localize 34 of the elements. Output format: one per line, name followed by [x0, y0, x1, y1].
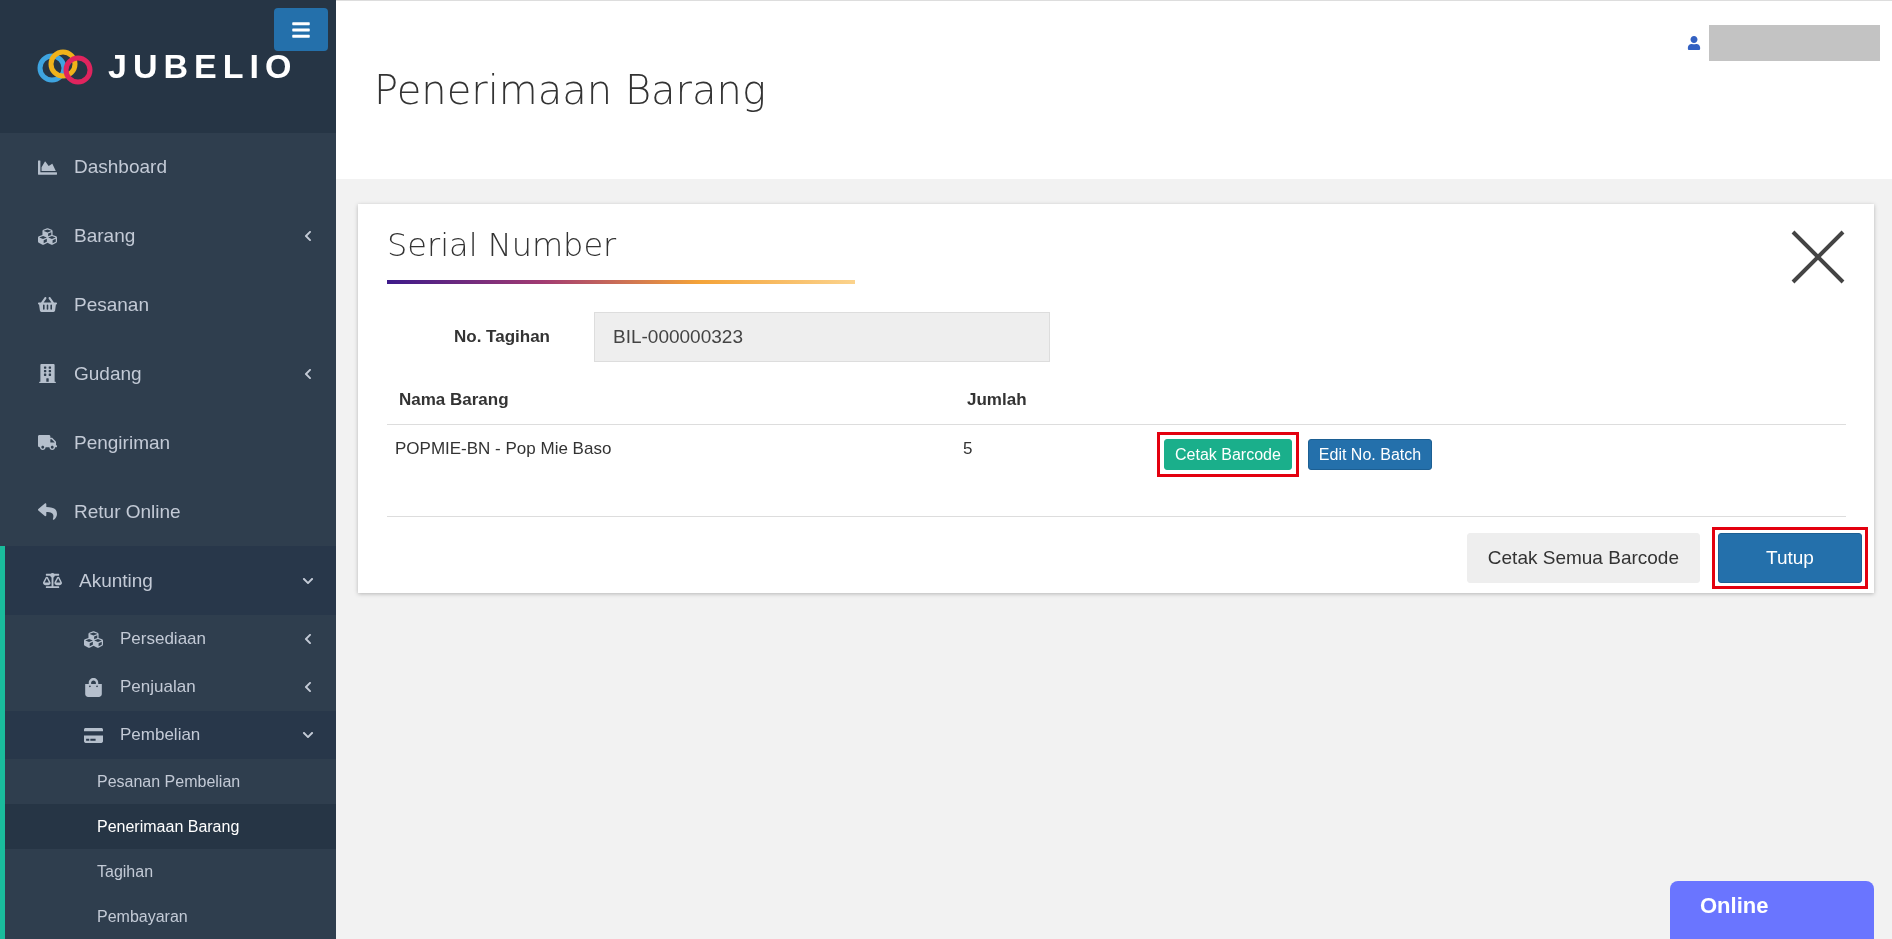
- reply-arrow-icon: [36, 502, 58, 522]
- user-icon: [1687, 36, 1701, 50]
- building-icon: [36, 364, 58, 384]
- sidebar-item[interactable]: Retur Online: [0, 477, 336, 546]
- cubes-icon: [36, 226, 58, 246]
- basket-icon: [36, 295, 58, 315]
- column-header: Nama Barang: [387, 382, 955, 425]
- truck-icon: [36, 433, 58, 453]
- menu-button[interactable]: [274, 8, 328, 51]
- menu-icon: [291, 19, 311, 40]
- logo-text: JUBELIO: [108, 46, 298, 86]
- field-label: No. Tagihan: [453, 327, 551, 347]
- sidebar-item[interactable]: Gudang: [0, 339, 336, 409]
- sidebar-link[interactable]: Penerimaan Barang: [5, 804, 336, 849]
- action-button[interactable]: Tutup: [1718, 533, 1862, 583]
- table-cell: POPMIE-BN - Pop Mie Baso: [387, 425, 955, 517]
- panel-title: Serial Number: [387, 226, 618, 264]
- credit-card-icon: [82, 725, 104, 745]
- sidebar-item[interactable]: Pengiriman: [0, 408, 336, 478]
- action-button[interactable]: Cetak Semua Barcode: [1466, 533, 1700, 583]
- action-button[interactable]: Edit No. Batch: [1307, 439, 1433, 470]
- column-header: Jumlah: [955, 382, 1162, 425]
- bill-number-field[interactable]: BIL-000000323: [594, 312, 1050, 362]
- sidebar-item[interactable]: Pesanan: [0, 270, 336, 340]
- scales-icon: [41, 571, 63, 590]
- sidebar-subitem[interactable]: Pembelian: [5, 711, 336, 759]
- sidebar-item[interactable]: Dashboard: [0, 132, 336, 202]
- page-title: Penerimaan Barang: [374, 67, 767, 113]
- online-status-badge: Online: [1670, 881, 1874, 939]
- bag-icon: [82, 677, 104, 697]
- chart-area-icon: [36, 157, 58, 177]
- close-button[interactable]: [1790, 229, 1846, 285]
- cubes-icon: [82, 629, 104, 649]
- sidebar-item[interactable]: Barang: [0, 201, 336, 271]
